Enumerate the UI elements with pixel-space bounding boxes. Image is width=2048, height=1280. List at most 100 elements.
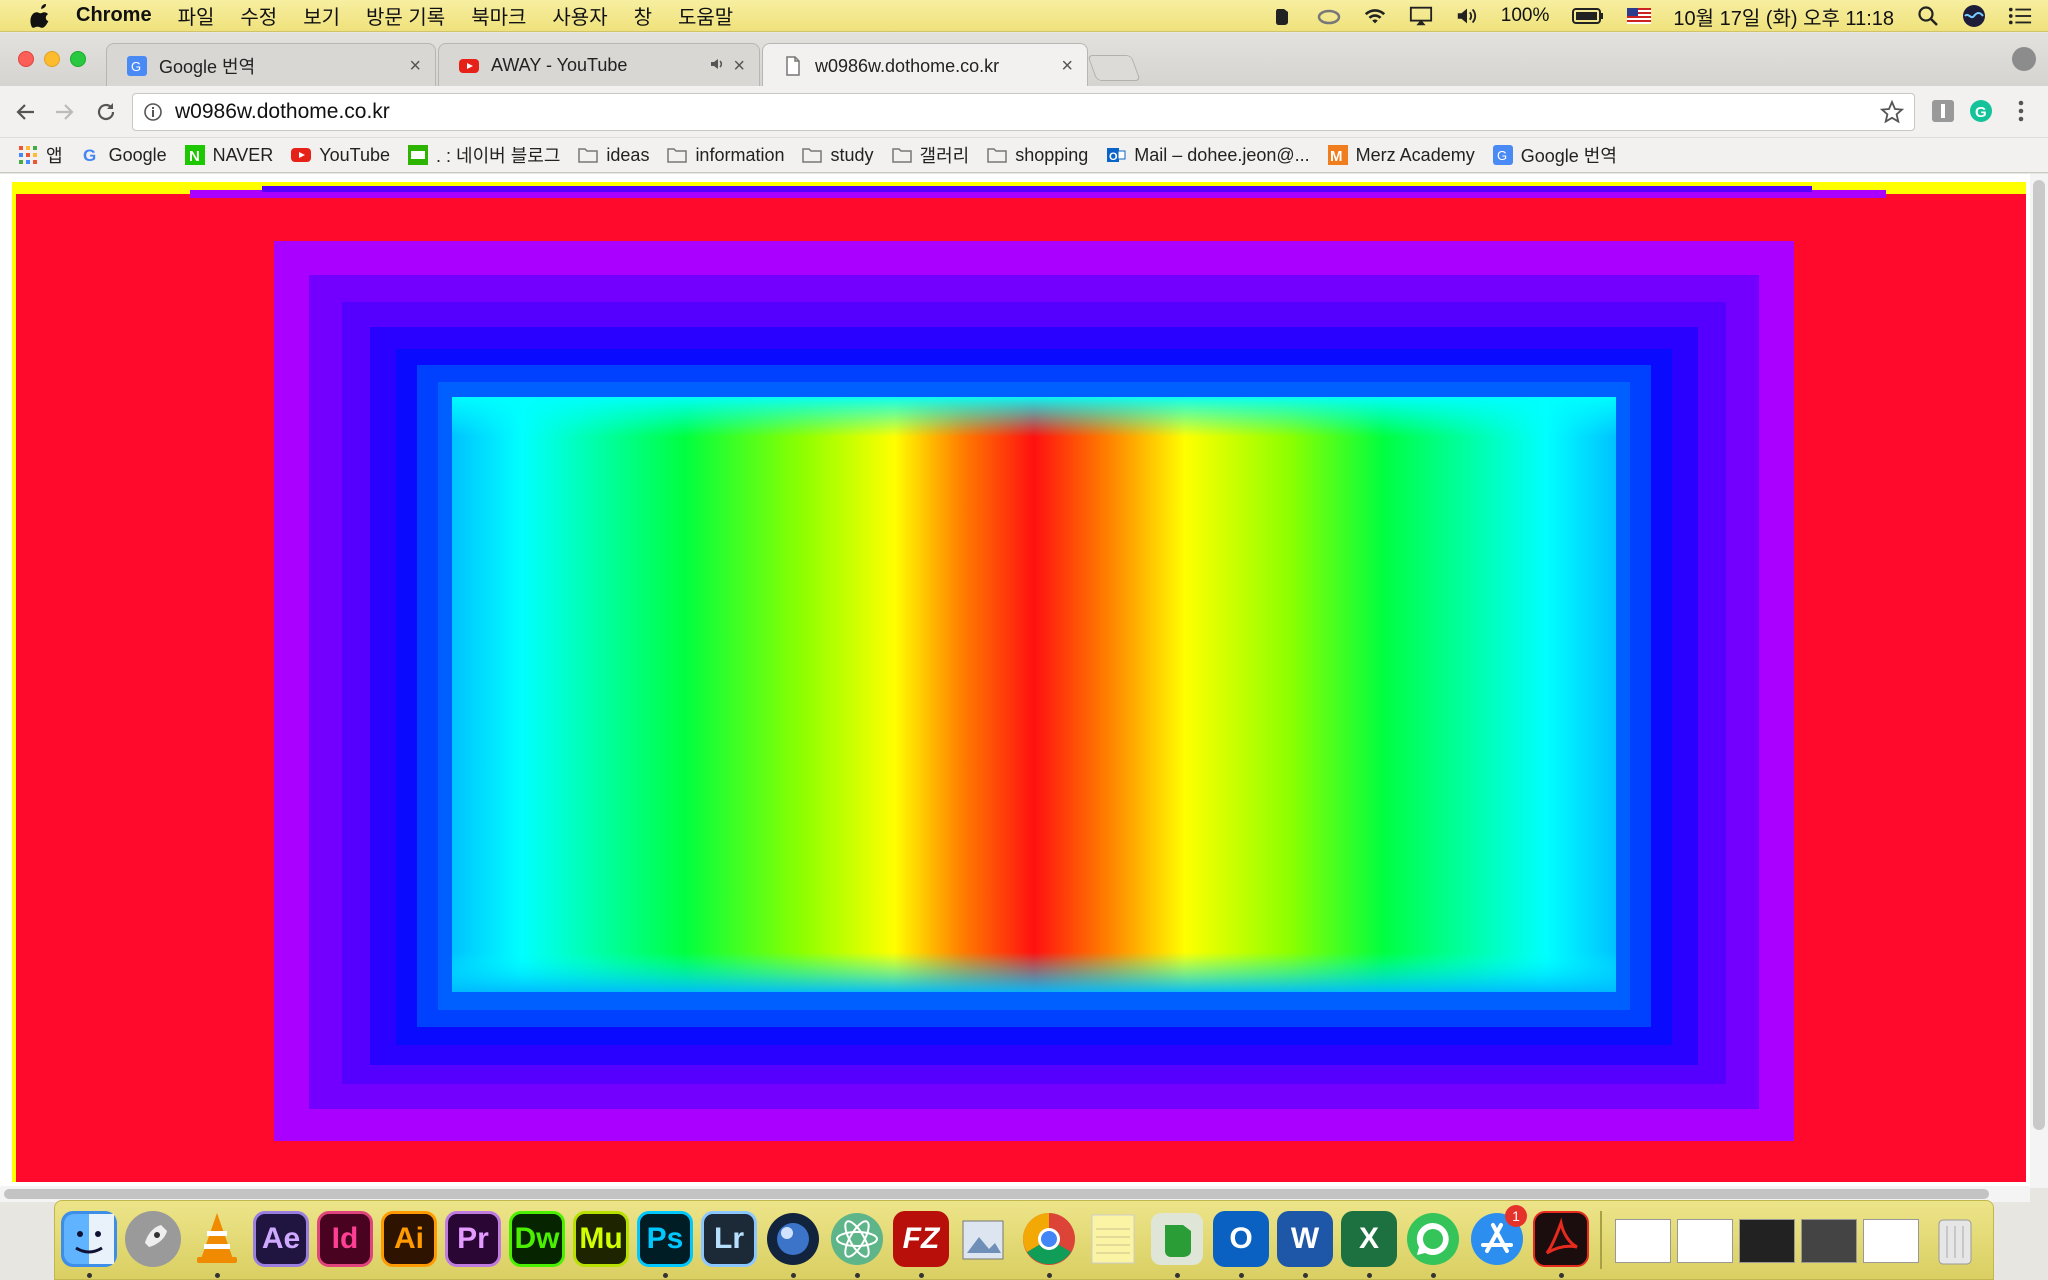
dock-evernote[interactable] (1149, 1211, 1205, 1267)
tab-dothome-active[interactable]: w0986w.dothome.co.kr × (762, 43, 1088, 88)
dock-vlc[interactable] (189, 1211, 245, 1267)
bookmark-folder-gallery[interactable]: 갤러리 (891, 142, 969, 168)
vertical-scrollbar[interactable] (2030, 174, 2048, 1188)
dock-trash[interactable] (1927, 1211, 1983, 1267)
dock-lightroom[interactable]: Lr (701, 1211, 757, 1267)
dock-indesign[interactable]: Id (317, 1211, 373, 1267)
siri-icon[interactable] (1962, 5, 1986, 27)
close-tab-icon[interactable]: × (409, 55, 421, 78)
notification-center-icon[interactable] (2008, 5, 2032, 27)
dock-minimized-window-2[interactable] (1677, 1219, 1733, 1263)
dock-word[interactable]: W (1277, 1211, 1333, 1267)
menu-people[interactable]: 사용자 (552, 1, 607, 30)
scrollbar-thumb[interactable] (2033, 180, 2045, 1130)
menu-view[interactable]: 보기 (303, 1, 340, 30)
bookmark-google-translate[interactable]: G Google 번역 (1492, 142, 1617, 168)
bookmark-label: YouTube (319, 144, 391, 165)
chrome-menu-icon[interactable] (2008, 98, 2034, 124)
web-page-content (0, 174, 2048, 1188)
bookmark-youtube[interactable]: YouTube (291, 145, 390, 166)
dock-filezilla[interactable]: FZ (893, 1211, 949, 1267)
close-tab-icon[interactable]: × (1061, 55, 1073, 78)
menu-edit[interactable]: 수정 (240, 1, 277, 30)
creative-cloud-icon[interactable] (1317, 5, 1341, 27)
dock-premiere[interactable]: Pr (445, 1211, 501, 1267)
evernote-status-icon[interactable] (1271, 5, 1295, 27)
menu-window[interactable]: 창 (634, 1, 652, 30)
dock-chrome[interactable] (1021, 1211, 1077, 1267)
dock-launchpad[interactable] (125, 1211, 181, 1267)
dock-acrobat[interactable] (1533, 1211, 1589, 1267)
battery-percentage[interactable]: 100% (1501, 5, 1550, 27)
url-text[interactable]: w0986w.dothome.co.kr (175, 100, 390, 124)
bookmark-folder-study[interactable]: study (802, 144, 874, 166)
dock-minimized-window-1[interactable] (1615, 1219, 1671, 1263)
volume-icon[interactable] (1455, 5, 1479, 27)
dock-minimized-window-5[interactable] (1863, 1219, 1919, 1263)
wifi-icon[interactable] (1363, 5, 1387, 27)
close-window-button[interactable] (18, 51, 34, 67)
app-menu-chrome[interactable]: Chrome (76, 4, 152, 27)
app-label: Mu (579, 1222, 623, 1255)
dock-running-indicator (215, 1273, 220, 1278)
dock-minimized-window-4[interactable] (1801, 1219, 1857, 1263)
close-tab-icon[interactable]: × (733, 55, 745, 78)
dock-photoshop[interactable]: Ps (637, 1211, 693, 1267)
instapaper-extension-icon[interactable] (1930, 98, 1956, 124)
dock-notes[interactable] (1085, 1211, 1141, 1267)
bookmark-star-icon[interactable] (1880, 100, 1904, 124)
tab-youtube[interactable]: AWAY - YouTube × (438, 43, 760, 87)
dock-atom[interactable] (829, 1211, 885, 1267)
page-icon (786, 56, 800, 76)
bookmark-naver-blog[interactable]: . : 네이버 블로그 (408, 142, 560, 168)
menu-help[interactable]: 도움말 (678, 1, 733, 30)
address-bar[interactable]: w0986w.dothome.co.kr (132, 93, 1915, 131)
dock-whatsapp[interactable] (1405, 1211, 1461, 1267)
bookmark-label: shopping (1015, 144, 1089, 165)
menu-bookmarks[interactable]: 북마크 (471, 1, 526, 30)
bookmark-folder-information[interactable]: information (667, 145, 784, 166)
bookmark-folder-shopping[interactable]: shopping (987, 145, 1088, 166)
folder-icon (802, 148, 823, 163)
dock-excel[interactable]: X (1341, 1211, 1397, 1267)
dock-outlook[interactable]: O (1213, 1211, 1269, 1267)
bookmark-label: study (830, 144, 874, 165)
tab-audio-icon[interactable] (709, 56, 725, 77)
airplay-icon[interactable] (1409, 5, 1433, 27)
grammarly-extension-icon[interactable]: G (1968, 98, 1994, 124)
battery-icon[interactable] (1571, 5, 1605, 27)
tab-google-translate[interactable]: G Google 번역 × (106, 43, 436, 87)
dock-running-indicator (1303, 1273, 1308, 1278)
menubar-clock[interactable]: 10월 17일 (화) 오후 11:18 (1673, 2, 1894, 31)
dock-illustrator[interactable]: Ai (381, 1211, 437, 1267)
bookmark-apps[interactable]: 앱 (18, 142, 63, 168)
bookmark-mail[interactable]: O Mail – dohee.jeon@... (1106, 145, 1310, 166)
bookmark-folder-ideas[interactable]: ideas (578, 145, 649, 166)
dock-after-effects[interactable]: Ae (253, 1211, 309, 1267)
zoom-window-button[interactable] (70, 51, 86, 67)
forward-button[interactable] (48, 96, 80, 128)
dock-minimized-window-3[interactable] (1739, 1219, 1795, 1263)
bookmark-merz-academy[interactable]: M Merz Academy (1327, 145, 1475, 166)
dock-dreamweaver[interactable]: Dw (509, 1211, 565, 1267)
info-icon[interactable] (143, 102, 163, 122)
apps-grid-icon (19, 146, 37, 164)
apple-icon[interactable] (30, 3, 52, 28)
new-tab-button[interactable] (1087, 55, 1141, 81)
back-button[interactable] (10, 96, 42, 128)
dock-muse[interactable]: Mu (573, 1211, 629, 1267)
bookmark-google[interactable]: G Google (81, 145, 167, 166)
menu-file[interactable]: 파일 (178, 1, 215, 30)
scrollbar-thumb[interactable] (4, 1189, 1989, 1199)
minimize-window-button[interactable] (44, 51, 60, 67)
dock-finder[interactable] (61, 1211, 117, 1267)
spotlight-search-icon[interactable] (1916, 5, 1940, 27)
profile-icon[interactable] (2012, 47, 2036, 71)
menu-history[interactable]: 방문 기록 (366, 1, 445, 30)
reload-button[interactable] (90, 96, 122, 128)
us-flag-icon[interactable] (1627, 5, 1652, 27)
bookmark-naver[interactable]: N NAVER (184, 145, 273, 166)
dock-preview[interactable] (957, 1211, 1013, 1267)
dock-cinema4d[interactable] (765, 1211, 821, 1267)
dock-running-indicator (663, 1273, 668, 1278)
